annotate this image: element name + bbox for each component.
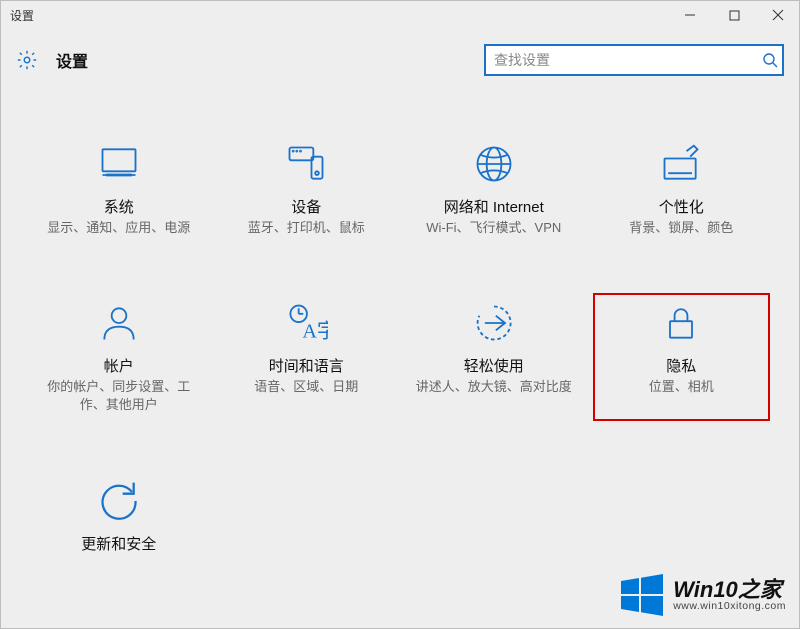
tile-time-language[interactable]: A字 时间和语言 语音、区域、日期: [218, 293, 396, 420]
windows-logo-icon: [617, 571, 665, 619]
personalize-icon: [659, 142, 703, 186]
watermark-brand: Win10之家: [673, 578, 786, 601]
time-language-icon: A字: [284, 301, 328, 345]
search-input[interactable]: [484, 44, 784, 76]
tile-update-security[interactable]: 更新和安全: [30, 471, 208, 562]
watermark: Win10之家 www.win10xitong.com: [617, 571, 786, 619]
tile-title: 系统: [104, 196, 134, 217]
tile-title: 时间和语言: [269, 355, 344, 376]
tile-desc: 你的帐户、同步设置、工作、其他用户: [39, 378, 199, 414]
page-title: 设置: [56, 48, 88, 72]
search-container: [484, 44, 784, 76]
tile-desc: 讲述人、放大镜、高对比度: [416, 378, 572, 396]
devices-icon: [284, 142, 328, 186]
tile-title: 网络和 Internet: [444, 196, 544, 217]
maximize-icon: [729, 10, 740, 21]
minimize-button[interactable]: [668, 0, 712, 30]
globe-icon: [472, 142, 516, 186]
close-icon: [772, 9, 784, 21]
tile-ease-of-access[interactable]: 轻松使用 讲述人、放大镜、高对比度: [405, 293, 583, 420]
watermark-url: www.win10xitong.com: [673, 601, 786, 612]
tile-title: 帐户: [104, 355, 134, 376]
window-title: 设置: [10, 7, 34, 24]
update-icon: [97, 479, 141, 523]
tile-desc: 背景、锁屏、颜色: [629, 219, 733, 237]
tile-system[interactable]: 系统 显示、通知、应用、电源: [30, 134, 208, 243]
gear-icon: [16, 49, 38, 71]
ease-icon: [472, 301, 516, 345]
settings-grid: 系统 显示、通知、应用、电源 设备 蓝牙、打印机、鼠标 网络和 Internet…: [0, 84, 800, 562]
person-icon: [97, 301, 141, 345]
tile-privacy[interactable]: 隐私 位置、相机: [593, 293, 771, 420]
search-icon: [762, 52, 778, 68]
tile-title: 轻松使用: [464, 355, 524, 376]
tile-title: 隐私: [666, 355, 696, 376]
close-button[interactable]: [756, 0, 800, 30]
maximize-button[interactable]: [712, 0, 756, 30]
tile-desc: 位置、相机: [649, 378, 714, 396]
tile-desc: 语音、区域、日期: [254, 378, 358, 396]
tile-desc: Wi-Fi、飞行模式、VPN: [426, 219, 561, 237]
header: 设置: [0, 30, 800, 84]
tile-desc: 蓝牙、打印机、鼠标: [248, 219, 365, 237]
tile-title: 更新和安全: [81, 533, 156, 554]
window-controls: [668, 0, 800, 30]
tile-desc: 显示、通知、应用、电源: [47, 219, 190, 237]
display-icon: [97, 142, 141, 186]
tile-title: 个性化: [659, 196, 704, 217]
tile-accounts[interactable]: 帐户 你的帐户、同步设置、工作、其他用户: [30, 293, 208, 420]
tile-personalization[interactable]: 个性化 背景、锁屏、颜色: [593, 134, 771, 243]
minimize-icon: [684, 9, 696, 21]
svg-text:A字: A字: [303, 320, 329, 343]
tile-network[interactable]: 网络和 Internet Wi-Fi、飞行模式、VPN: [405, 134, 583, 243]
tile-devices[interactable]: 设备 蓝牙、打印机、鼠标: [218, 134, 396, 243]
lock-icon: [659, 301, 703, 345]
tile-title: 设备: [291, 196, 321, 217]
